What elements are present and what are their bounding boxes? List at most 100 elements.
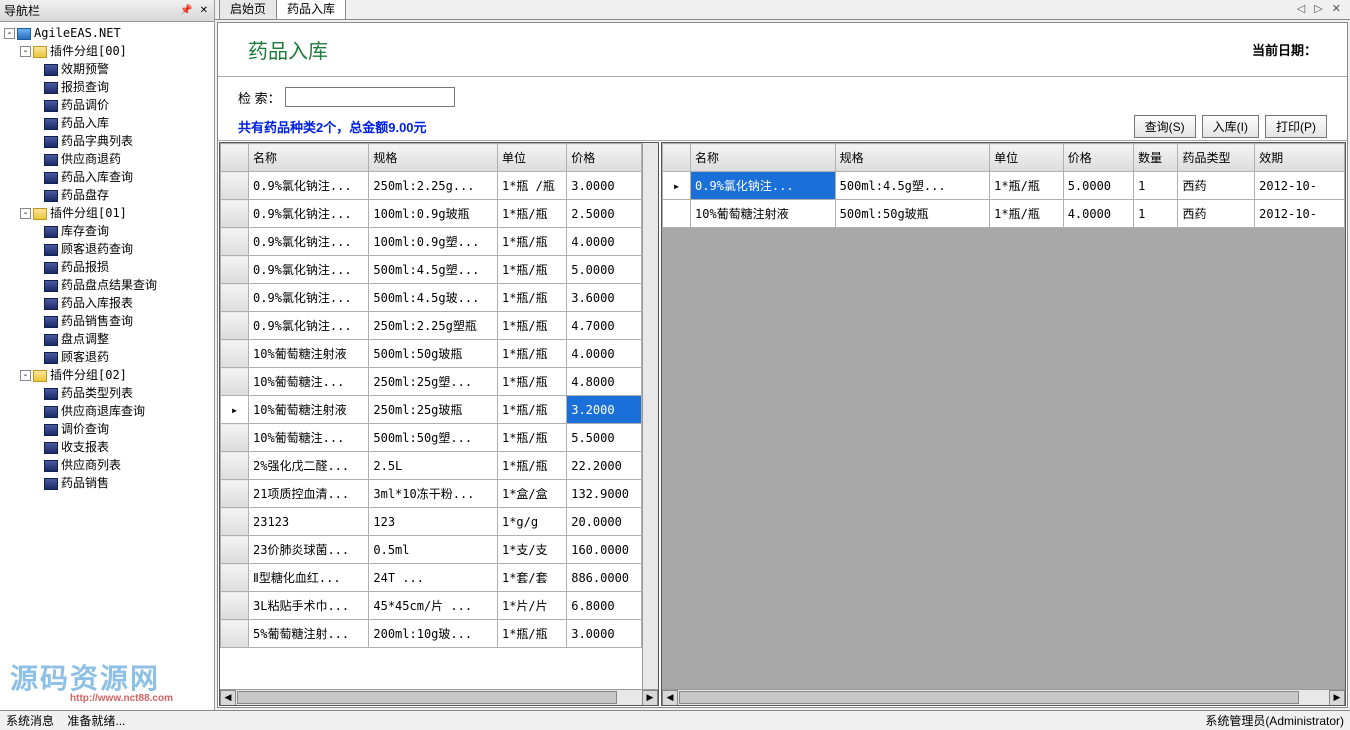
- tree-item[interactable]: 库存查询: [61, 224, 109, 238]
- cell-name[interactable]: 3L粘贴手术巾...: [249, 592, 369, 620]
- table-row[interactable]: 10%葡萄糖注...250ml:25g塑...1*瓶/瓶4.8000: [221, 368, 642, 396]
- cell-price[interactable]: 886.0000: [567, 564, 642, 592]
- col-header[interactable]: 规格: [369, 144, 498, 172]
- cell-unit[interactable]: 1*瓶/瓶: [497, 312, 566, 340]
- cell-unit[interactable]: 1*支/支: [497, 536, 566, 564]
- tree-item[interactable]: 药品调价: [61, 98, 109, 112]
- cell-spec[interactable]: 2.5L: [369, 452, 498, 480]
- search-input[interactable]: [285, 87, 455, 107]
- cell-unit[interactable]: 1*盒/盒: [497, 480, 566, 508]
- tab-start[interactable]: 启始页: [219, 0, 277, 19]
- table-row[interactable]: ▸0.9%氯化钠注...500ml:4.5g塑...1*瓶/瓶5.00001西药…: [663, 172, 1345, 200]
- cell-spec[interactable]: 200ml:10g玻...: [369, 620, 498, 648]
- cell-qty[interactable]: 1: [1134, 200, 1178, 228]
- cell-unit[interactable]: 1*瓶/瓶: [497, 228, 566, 256]
- cell-spec[interactable]: 0.5ml: [369, 536, 498, 564]
- cell-unit[interactable]: 1*瓶/瓶: [990, 200, 1064, 228]
- cell-unit[interactable]: 1*瓶/瓶: [497, 256, 566, 284]
- cell-name[interactable]: 0.9%氯化钠注...: [249, 172, 369, 200]
- table-row[interactable]: 23价肺炎球菌...0.5ml1*支/支160.0000: [221, 536, 642, 564]
- cell-spec[interactable]: 250ml:2.25g塑瓶: [369, 312, 498, 340]
- cell-price[interactable]: 4.0000: [567, 228, 642, 256]
- table-row[interactable]: ▸10%葡萄糖注射液250ml:25g玻瓶1*瓶/瓶3.2000: [221, 396, 642, 424]
- cell-spec[interactable]: 500ml:4.5g塑...: [369, 256, 498, 284]
- cell-spec[interactable]: 24T ...: [369, 564, 498, 592]
- tab-controls[interactable]: ◁ ▷ ✕: [1297, 2, 1344, 15]
- cell-unit[interactable]: 1*套/套: [497, 564, 566, 592]
- cell-name[interactable]: 0.9%氯化钠注...: [249, 284, 369, 312]
- cell-name[interactable]: 10%葡萄糖注射液: [249, 340, 369, 368]
- cell-name[interactable]: 0.9%氯化钠注...: [249, 256, 369, 284]
- cell-price[interactable]: 132.9000: [567, 480, 642, 508]
- cell-price[interactable]: 6.8000: [567, 592, 642, 620]
- table-row[interactable]: 21项质控血清...3ml*10冻干粉...1*盒/盒132.9000: [221, 480, 642, 508]
- cell-price[interactable]: 5.0000: [1063, 172, 1133, 200]
- cell-type[interactable]: 西药: [1178, 200, 1255, 228]
- cell-price[interactable]: 4.8000: [567, 368, 642, 396]
- cell-price[interactable]: 22.2000: [567, 452, 642, 480]
- tree-item[interactable]: 调价查询: [61, 422, 109, 436]
- tab-drug-in[interactable]: 药品入库: [276, 0, 346, 19]
- cell-spec[interactable]: 250ml:2.25g...: [369, 172, 498, 200]
- cell-price[interactable]: 4.0000: [567, 340, 642, 368]
- tree-item[interactable]: 顾客退药查询: [61, 242, 133, 256]
- col-header[interactable]: 名称: [691, 144, 836, 172]
- right-grid[interactable]: 名称规格单位价格数量药品类型效期▸0.9%氯化钠注...500ml:4.5g塑.…: [662, 143, 1345, 228]
- cell-unit[interactable]: 1*瓶/瓶: [990, 172, 1064, 200]
- cell-exp[interactable]: 2012-10-: [1255, 200, 1345, 228]
- cell-spec[interactable]: 500ml:4.5g塑...: [835, 172, 990, 200]
- table-row[interactable]: 0.9%氯化钠注...100ml:0.9g玻瓶1*瓶/瓶2.5000: [221, 200, 642, 228]
- cell-price[interactable]: 3.0000: [567, 172, 642, 200]
- table-row[interactable]: 10%葡萄糖注射液500ml:50g玻瓶1*瓶/瓶4.00001西药2012-1…: [663, 200, 1345, 228]
- cell-name[interactable]: 2%强化戊二醛...: [249, 452, 369, 480]
- tree-root-label[interactable]: AgileEAS.NET: [34, 26, 121, 40]
- tree-item[interactable]: 效期预警: [61, 62, 109, 76]
- tree-item[interactable]: 药品报损: [61, 260, 109, 274]
- tree-item[interactable]: 供应商退库查询: [61, 404, 145, 418]
- right-hscroll[interactable]: ◀▶: [662, 689, 1345, 705]
- tree-item[interactable]: 药品盘点结果查询: [61, 278, 157, 292]
- col-header[interactable]: 价格: [1063, 144, 1133, 172]
- col-header[interactable]: 单位: [497, 144, 566, 172]
- tree-item[interactable]: 顾客退药: [61, 350, 109, 364]
- tree-item[interactable]: 药品字典列表: [61, 134, 133, 148]
- cell-name[interactable]: 10%葡萄糖注射液: [249, 396, 369, 424]
- cell-name[interactable]: 0.9%氯化钠注...: [691, 172, 836, 200]
- tree-expander[interactable]: -: [4, 28, 15, 39]
- tree-item[interactable]: 药品入库查询: [61, 170, 133, 184]
- table-row[interactable]: 0.9%氯化钠注...100ml:0.9g塑...1*瓶/瓶4.0000: [221, 228, 642, 256]
- col-header[interactable]: 单位: [990, 144, 1064, 172]
- table-row[interactable]: 0.9%氯化钠注...500ml:4.5g塑...1*瓶/瓶5.0000: [221, 256, 642, 284]
- col-header[interactable]: 规格: [835, 144, 990, 172]
- cell-spec[interactable]: 500ml:50g玻瓶: [369, 340, 498, 368]
- tree-group-label[interactable]: 插件分组[00]: [50, 44, 127, 58]
- tree-item[interactable]: 供应商退药: [61, 152, 121, 166]
- col-header[interactable]: 药品类型: [1178, 144, 1255, 172]
- cell-spec[interactable]: 250ml:25g塑...: [369, 368, 498, 396]
- cell-price[interactable]: 3.6000: [567, 284, 642, 312]
- cell-unit[interactable]: 1*瓶/瓶: [497, 620, 566, 648]
- tree-group-label[interactable]: 插件分组[02]: [50, 368, 127, 382]
- cell-unit[interactable]: 1*片/片: [497, 592, 566, 620]
- cell-name[interactable]: 0.9%氯化钠注...: [249, 200, 369, 228]
- table-row[interactable]: 2%强化戊二醛...2.5L1*瓶/瓶22.2000: [221, 452, 642, 480]
- cell-qty[interactable]: 1: [1134, 172, 1178, 200]
- tree-item[interactable]: 报损查询: [61, 80, 109, 94]
- tree-item[interactable]: 盘点调整: [61, 332, 109, 346]
- cell-price[interactable]: 3.0000: [567, 620, 642, 648]
- cell-spec[interactable]: 100ml:0.9g玻瓶: [369, 200, 498, 228]
- cell-name[interactable]: Ⅱ型糖化血红...: [249, 564, 369, 592]
- left-hscroll[interactable]: ◀▶: [220, 689, 658, 705]
- cell-price[interactable]: 3.2000: [567, 396, 642, 424]
- cell-unit[interactable]: 1*瓶/瓶: [497, 284, 566, 312]
- cell-name[interactable]: 0.9%氯化钠注...: [249, 312, 369, 340]
- tree-item[interactable]: 药品类型列表: [61, 386, 133, 400]
- cell-name[interactable]: 0.9%氯化钠注...: [249, 228, 369, 256]
- tree-item[interactable]: 药品销售: [61, 476, 109, 490]
- cell-unit[interactable]: 1*瓶/瓶: [497, 452, 566, 480]
- cell-name[interactable]: 10%葡萄糖注射液: [691, 200, 836, 228]
- cell-price[interactable]: 5.5000: [567, 424, 642, 452]
- cell-spec[interactable]: 250ml:25g玻瓶: [369, 396, 498, 424]
- print-button[interactable]: 打印(P): [1265, 115, 1327, 138]
- tree-group-label[interactable]: 插件分组[01]: [50, 206, 127, 220]
